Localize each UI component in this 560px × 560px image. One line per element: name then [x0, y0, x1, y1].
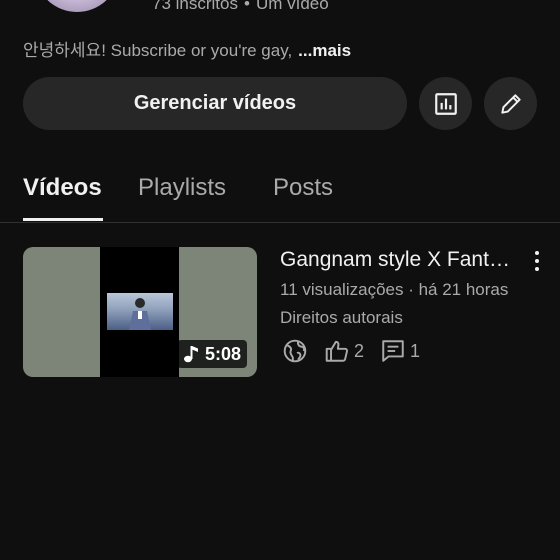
tab-playlists[interactable]: Playlists: [138, 174, 226, 202]
tab-posts[interactable]: Posts: [273, 174, 333, 202]
likes-count: 2: [354, 340, 365, 361]
music-note-icon: [183, 346, 198, 363]
description-text: 안녕하세요! Subscribe or you're gay,: [23, 41, 293, 60]
globe-icon: [283, 339, 307, 363]
channel-tabs: Vídeos Playlists Posts: [0, 160, 560, 223]
likes-stat[interactable]: 2: [324, 338, 364, 364]
analytics-button[interactable]: [419, 77, 472, 130]
thumbnail-still-image: [107, 293, 173, 330]
comments-stat[interactable]: 1: [380, 338, 420, 364]
video-count: Um vídeo: [255, 0, 329, 13]
copyright-status[interactable]: Direitos autorais: [280, 308, 403, 328]
pencil-icon: [500, 93, 521, 114]
video-stats-row: 2 1: [282, 337, 436, 365]
thumbs-up-icon: [325, 340, 349, 362]
more-link[interactable]: ...mais: [298, 41, 351, 60]
manage-videos-button[interactable]: Gerenciar vídeos: [23, 77, 407, 130]
video-duration: 5:08: [204, 343, 241, 364]
edit-channel-button[interactable]: [484, 77, 537, 130]
duration-badge: 5:08: [176, 340, 247, 368]
comment-icon: [382, 340, 404, 362]
video-meta: 11 visualizações · há 21 horas: [280, 280, 509, 299]
comments-count: 1: [410, 340, 421, 361]
more-options-button[interactable]: [527, 249, 547, 273]
channel-avatar[interactable]: [36, 0, 118, 12]
stats-separator: •: [243, 0, 250, 13]
visibility-status[interactable]: [282, 338, 308, 364]
channel-stats: 73 inscritos • Um vídeo: [152, 0, 329, 14]
tab-videos[interactable]: Vídeos: [23, 174, 102, 202]
bar-chart-icon: [434, 92, 457, 115]
subscriber-count: 73 inscritos: [152, 0, 238, 13]
video-title[interactable]: Gangnam style X Fantasy: [280, 248, 515, 272]
kebab-menu-icon: [535, 251, 539, 271]
video-thumbnail[interactable]: 5:08: [23, 247, 257, 377]
active-tab-indicator: [23, 218, 103, 221]
channel-description[interactable]: 안녕하세요! Subscribe or you're gay, ...mais: [23, 36, 351, 61]
